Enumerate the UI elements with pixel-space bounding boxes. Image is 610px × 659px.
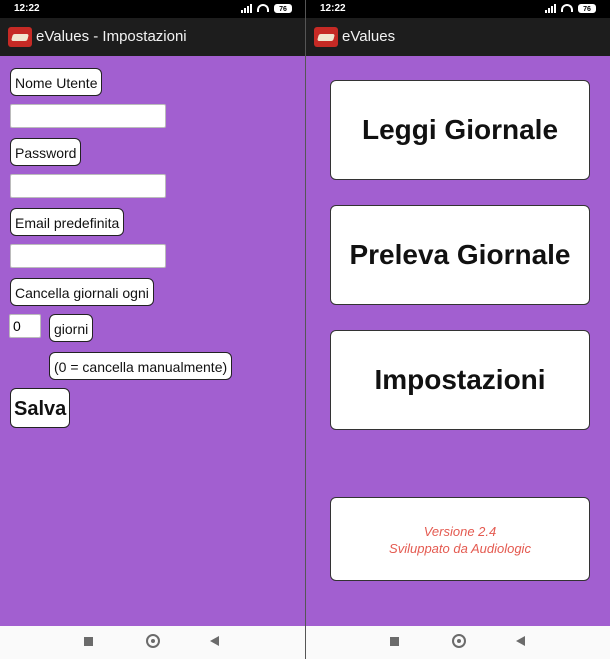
password-field[interactable]: [10, 174, 166, 198]
recent-apps-icon[interactable]: [84, 637, 93, 646]
status-bar: 12:22 76: [0, 0, 306, 18]
app-title: eValues - Impostazioni: [36, 28, 187, 45]
email-label: Email predefinita: [10, 208, 125, 236]
fetch-journal-button[interactable]: Preleva Giornale: [330, 205, 590, 305]
delete-days-field[interactable]: 0: [9, 314, 41, 338]
save-button[interactable]: Salva: [10, 388, 71, 428]
read-journal-button[interactable]: Leggi Giornale: [330, 80, 590, 180]
battery-icon: 76: [578, 3, 596, 13]
home-icon[interactable]: [452, 634, 466, 648]
settings-button[interactable]: Impostazioni: [330, 330, 590, 430]
wifi-icon: [257, 4, 269, 12]
signal-icon: [241, 3, 252, 13]
nav-bar: [0, 626, 306, 659]
app-logo-icon: [314, 27, 338, 47]
settings-screen: 12:22 76 eValues - Impostazioni Nome Ute…: [0, 0, 306, 659]
status-icons: 76: [241, 3, 292, 13]
delete-hint: (0 = cancella manualmente): [49, 352, 233, 380]
app-logo-icon: [8, 27, 32, 47]
nav-bar: [306, 626, 610, 659]
status-bar: 12:22 76: [306, 0, 610, 18]
username-field[interactable]: [10, 104, 166, 128]
email-field[interactable]: [10, 244, 166, 268]
wifi-icon: [561, 4, 573, 12]
days-label: giorni: [49, 314, 94, 342]
signal-icon: [545, 3, 556, 13]
version-info-box: Versione 2.4 Sviluppato da Audiologic: [330, 497, 590, 581]
status-time: 12:22: [320, 3, 346, 14]
app-bar: eValues: [306, 18, 610, 56]
home-icon[interactable]: [146, 634, 160, 648]
back-icon[interactable]: [516, 636, 525, 646]
recent-apps-icon[interactable]: [390, 637, 399, 646]
back-icon[interactable]: [210, 636, 219, 646]
screen-divider: [305, 0, 306, 659]
main-screen: 12:22 76 eValues Leggi Giornale Preleva …: [306, 0, 610, 659]
app-title: eValues: [342, 28, 396, 45]
password-label: Password: [10, 138, 82, 166]
settings-form: Nome Utente Password Email predefinita C…: [0, 56, 306, 626]
username-label: Nome Utente: [10, 68, 103, 96]
status-icons: 76: [545, 3, 596, 13]
app-bar: eValues - Impostazioni: [0, 18, 306, 56]
status-time: 12:22: [14, 3, 40, 14]
main-menu: Leggi Giornale Preleva Giornale Impostaz…: [306, 56, 610, 626]
version-text: Versione 2.4: [423, 524, 497, 539]
battery-icon: 76: [274, 3, 292, 13]
developer-text: Sviluppato da Audiologic: [389, 541, 531, 556]
delete-label: Cancella giornali ogni: [10, 278, 154, 306]
